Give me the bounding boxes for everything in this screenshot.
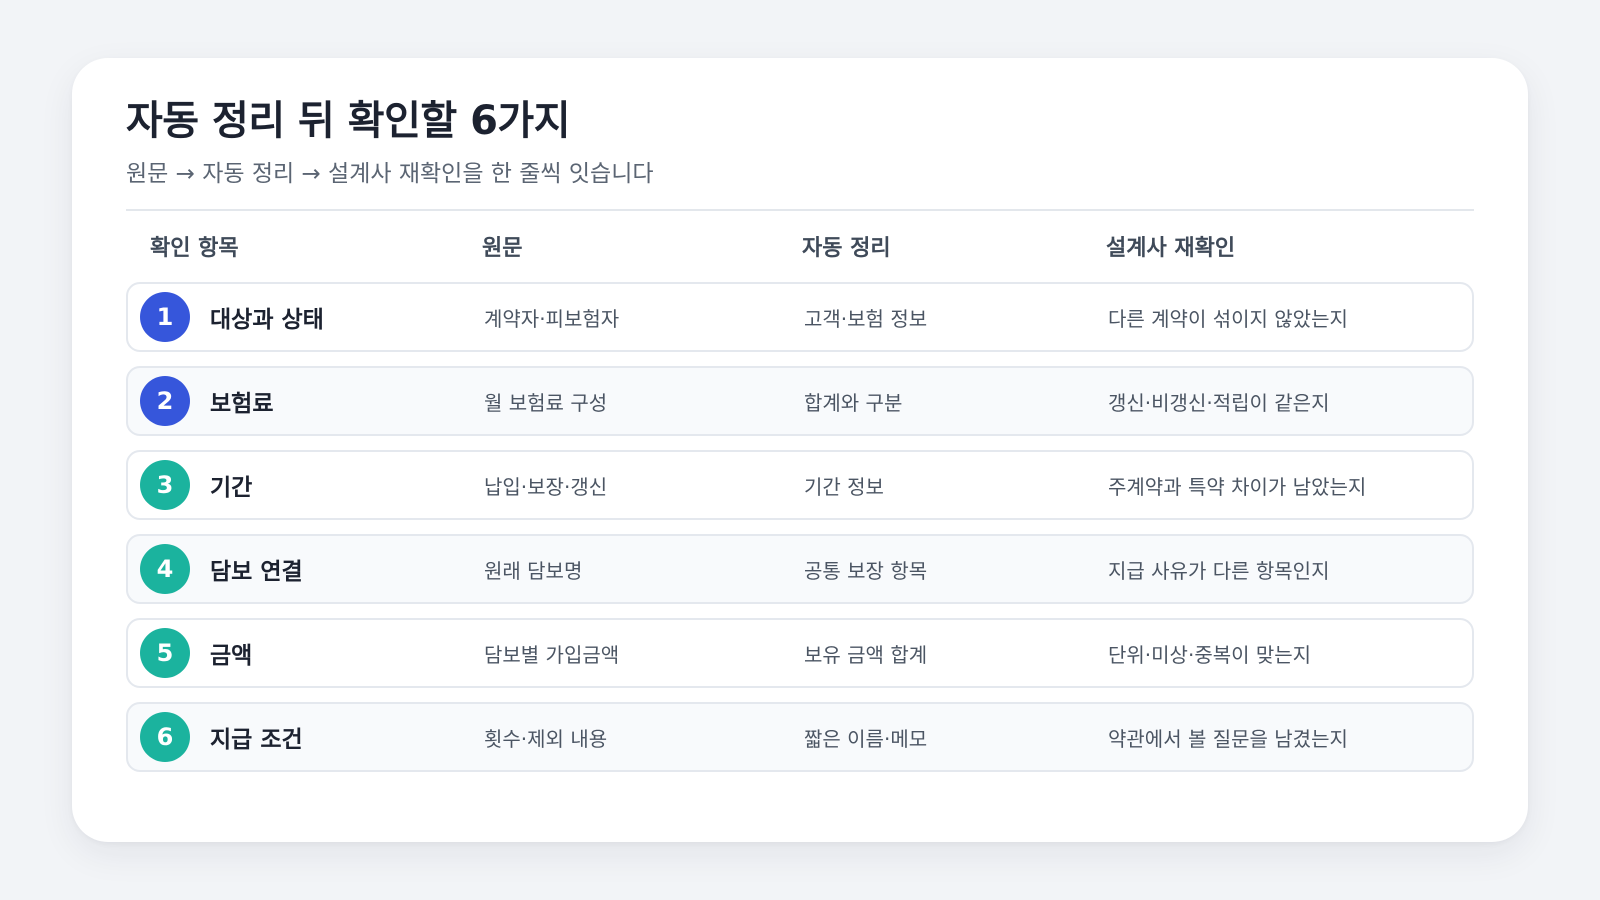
table-row: 2 보험료 월 보험료 구성 합계와 구분 갱신·비갱신·적립이 같은지 xyxy=(126,366,1474,436)
table-row: 3 기간 납입·보장·갱신 기간 정보 주계약과 특약 차이가 남았는지 xyxy=(126,450,1474,520)
number-badge: 2 xyxy=(140,376,190,426)
number-badge: 5 xyxy=(140,628,190,678)
row-source-text: 횟수·제외 내용 xyxy=(484,726,608,751)
page-title: 자동 정리 뒤 확인할 6가지 xyxy=(126,98,571,144)
row-source-text: 납입·보장·갱신 xyxy=(484,474,608,499)
row-item-label: 보험료 xyxy=(210,391,274,417)
table-row: 6 지급 조건 횟수·제외 내용 짧은 이름·메모 약관에서 볼 질문을 남겼는… xyxy=(126,702,1474,772)
page-subtitle: 원문 → 자동 정리 → 설계사 재확인을 한 줄씩 잇습니다 xyxy=(126,161,654,187)
header-divider xyxy=(126,209,1474,211)
row-item-label: 대상과 상태 xyxy=(210,307,324,333)
checklist-card: 자동 정리 뒤 확인할 6가지 원문 → 자동 정리 → 설계사 재확인을 한 … xyxy=(72,58,1528,842)
row-auto-text: 합계와 구분 xyxy=(804,390,903,415)
number-badge: 6 xyxy=(140,712,190,762)
row-item-label: 기간 xyxy=(210,475,253,501)
row-item-label: 지급 조건 xyxy=(210,727,303,753)
row-item-label: 담보 연결 xyxy=(210,559,303,585)
column-header-source: 원문 xyxy=(482,236,523,261)
row-source-text: 담보별 가입금액 xyxy=(484,642,620,667)
number-badge: 3 xyxy=(140,460,190,510)
row-recheck-text: 주계약과 특약 차이가 남았는지 xyxy=(1108,474,1367,499)
table-row: 5 금액 담보별 가입금액 보유 금액 합계 단위·미상·중복이 맞는지 xyxy=(126,618,1474,688)
row-auto-text: 기간 정보 xyxy=(804,474,884,499)
column-header-item: 확인 항목 xyxy=(150,236,239,261)
row-recheck-text: 약관에서 볼 질문을 남겼는지 xyxy=(1108,726,1348,751)
row-recheck-text: 다른 계약이 섞이지 않았는지 xyxy=(1108,306,1348,331)
number-badge: 4 xyxy=(140,544,190,594)
row-auto-text: 고객·보험 정보 xyxy=(804,306,928,331)
row-auto-text: 공통 보장 항목 xyxy=(804,558,928,583)
row-auto-text: 짧은 이름·메모 xyxy=(804,726,928,751)
row-recheck-text: 지급 사유가 다른 항목인지 xyxy=(1108,558,1330,583)
table-row: 4 담보 연결 원래 담보명 공통 보장 항목 지급 사유가 다른 항목인지 xyxy=(126,534,1474,604)
row-item-label: 금액 xyxy=(210,643,253,669)
column-header-auto: 자동 정리 xyxy=(802,236,891,261)
row-recheck-text: 갱신·비갱신·적립이 같은지 xyxy=(1108,390,1330,415)
row-source-text: 월 보험료 구성 xyxy=(484,390,608,415)
table-header: 확인 항목 원문 자동 정리 설계사 재확인 xyxy=(126,230,1474,270)
row-recheck-text: 단위·미상·중복이 맞는지 xyxy=(1108,642,1312,667)
column-header-recheck: 설계사 재확인 xyxy=(1106,236,1236,261)
row-source-text: 계약자·피보험자 xyxy=(484,306,620,331)
row-auto-text: 보유 금액 합계 xyxy=(804,642,928,667)
table-row: 1 대상과 상태 계약자·피보험자 고객·보험 정보 다른 계약이 섞이지 않았… xyxy=(126,282,1474,352)
row-source-text: 원래 담보명 xyxy=(484,558,583,583)
number-badge: 1 xyxy=(140,292,190,342)
